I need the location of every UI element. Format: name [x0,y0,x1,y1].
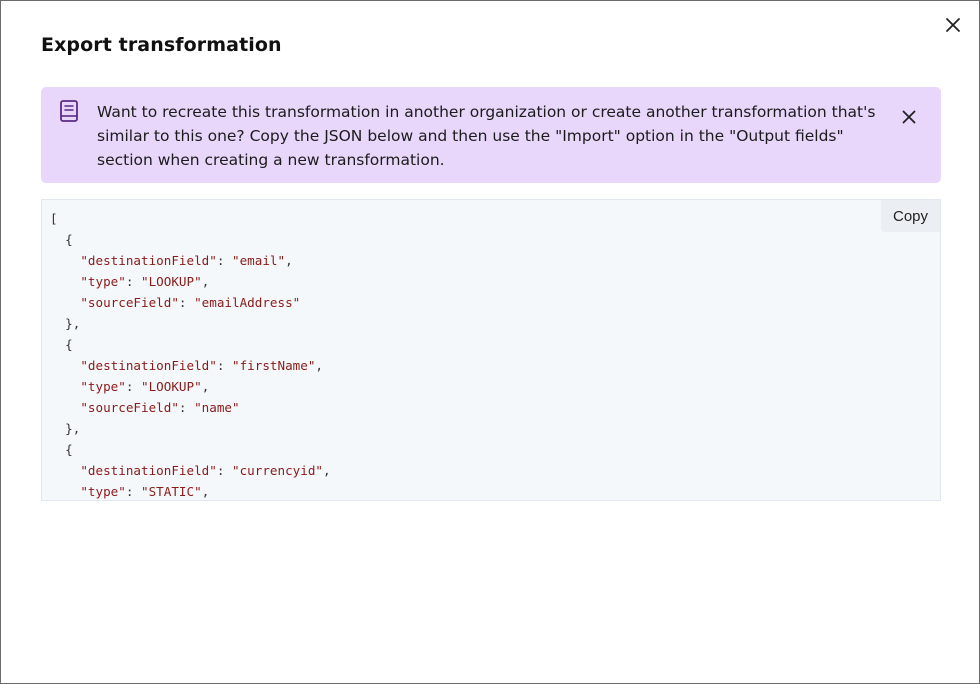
code-line: "sourceField": "emailAddress" [50,292,331,313]
close-icon [946,18,960,32]
json-punctuation: { [65,442,73,457]
banner-close-button[interactable] [897,105,921,129]
json-key: "type" [80,484,126,499]
export-transformation-dialog: Export transformation Want to recreate t… [0,0,980,684]
code-line: "destinationField": "email", [50,250,331,271]
dialog-title: Export transformation [41,34,282,56]
code-line: "type": "LOOKUP", [50,376,331,397]
json-punctuation: { [65,337,73,352]
json-value: "email" [232,253,286,268]
code-lines: [ { "destinationField": "email", "type":… [50,208,331,500]
json-code-block[interactable]: Copy [ { "destinationField": "email", "t… [41,199,941,501]
json-punctuation: { [65,232,73,247]
json-key: "destinationField" [80,253,217,268]
json-key: "type" [80,379,126,394]
book-icon [60,100,78,122]
code-line: { [50,334,331,355]
json-trail: , [315,358,323,373]
json-key: "sourceField" [80,295,179,310]
json-value: "currencyid" [232,463,323,478]
json-trail: , [201,274,210,289]
code-line: { [50,439,331,460]
code-line: }, [50,418,331,439]
json-key: "type" [80,274,126,289]
code-line: { [50,229,331,250]
code-line: "type": "STATIC", [50,481,331,500]
json-value: "name" [194,400,240,415]
json-trail: , [285,253,293,268]
json-key: "sourceField" [80,400,179,415]
close-icon [902,110,916,124]
json-value: "LOOKUP" [141,379,202,394]
info-banner: Want to recreate this transformation in … [41,87,941,183]
code-line: "sourceField": "name" [50,397,331,418]
code-line: "type": "LOOKUP", [50,271,331,292]
json-value: "emailAddress" [194,295,301,310]
code-line: "destinationField": "currencyid", [50,460,331,481]
code-line: }, [50,313,331,334]
banner-message: Want to recreate this transformation in … [97,103,876,169]
json-value: "firstName" [232,358,316,373]
json-key: "destinationField" [80,358,217,373]
json-punctuation: [ [50,211,58,226]
json-value: "STATIC" [141,484,202,499]
json-punctuation: }, [65,421,81,436]
code-line: [ [50,208,331,229]
json-trail: , [201,484,210,499]
json-punctuation: }, [65,316,81,331]
json-value: "LOOKUP" [141,274,202,289]
copy-button[interactable]: Copy [881,200,940,232]
json-key: "destinationField" [80,463,217,478]
json-trail: , [201,379,210,394]
json-trail: , [323,463,331,478]
dialog-close-button[interactable] [941,13,965,37]
code-line: "destinationField": "firstName", [50,355,331,376]
